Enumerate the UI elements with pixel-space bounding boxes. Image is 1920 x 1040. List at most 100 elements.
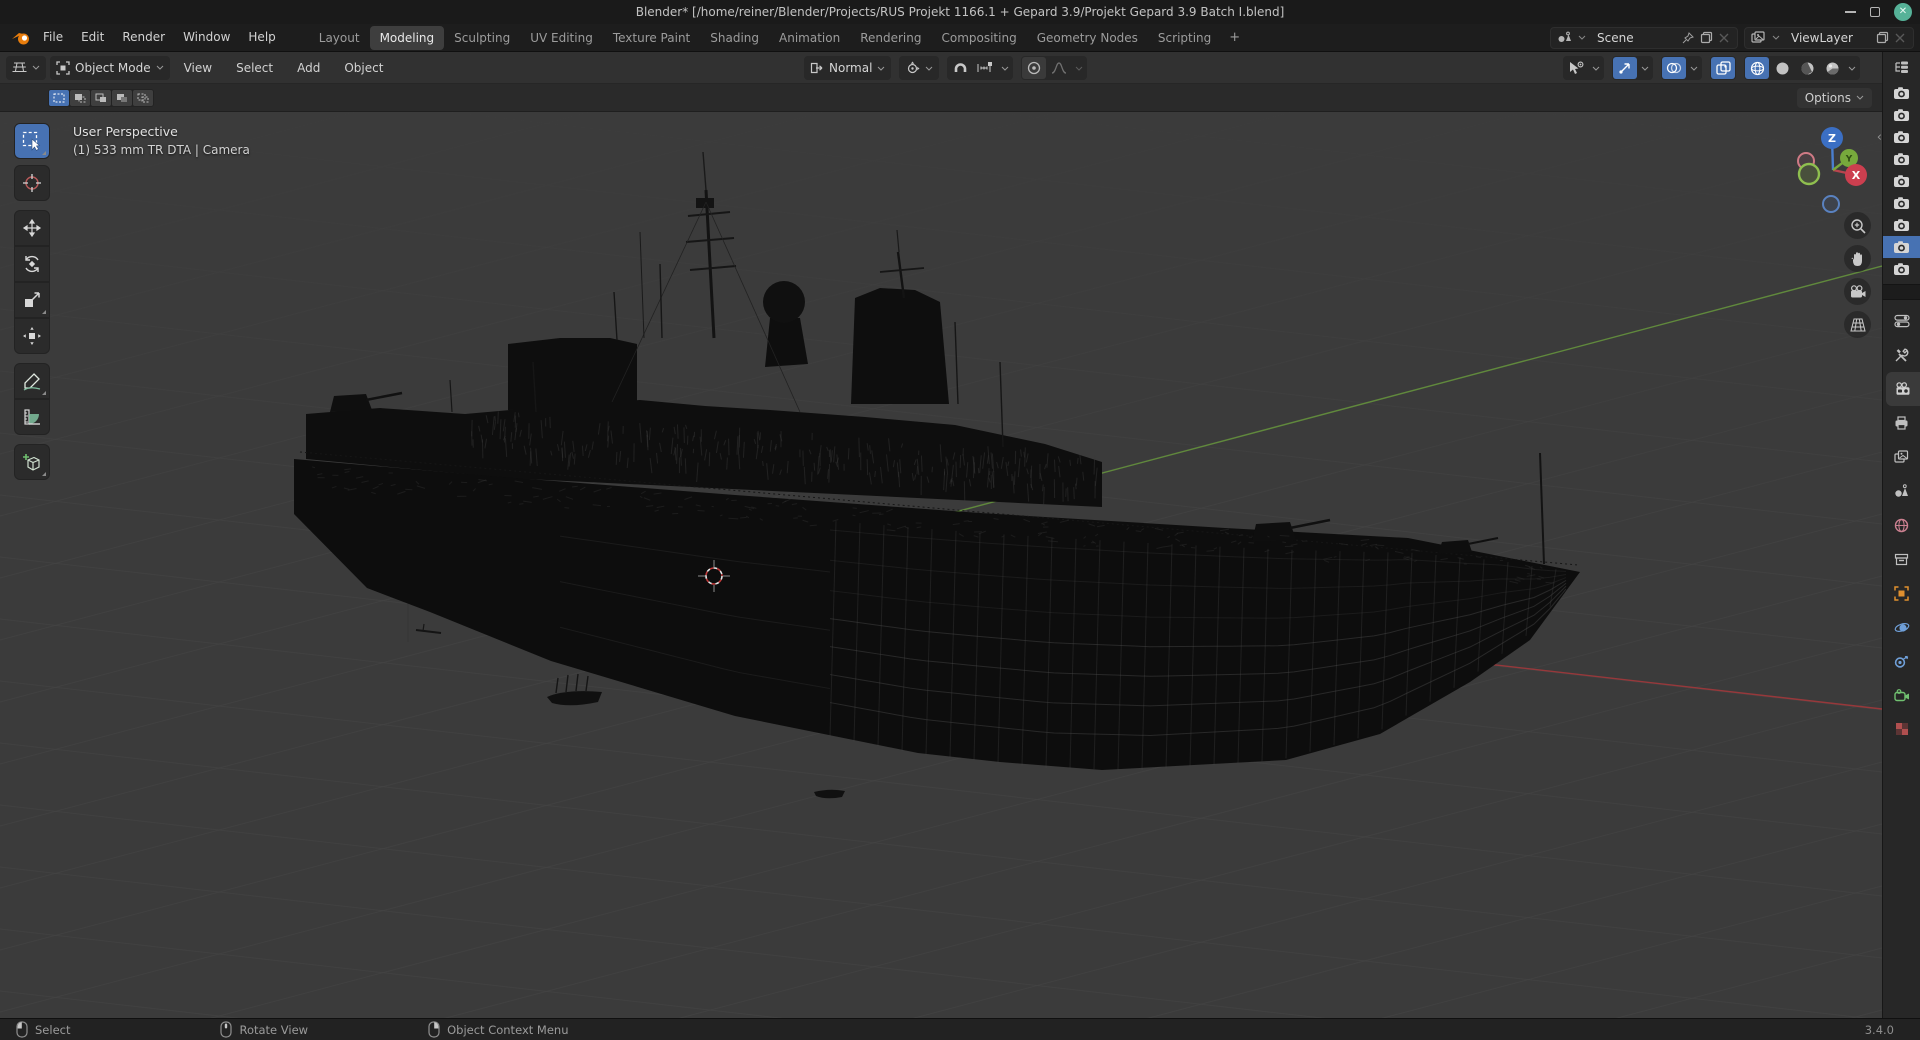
- select-mode-subtract[interactable]: [91, 89, 111, 106]
- shading-solid-toggle[interactable]: [1770, 57, 1794, 79]
- outliner-camera-row[interactable]: [1883, 192, 1920, 214]
- tab-sculpting[interactable]: Sculpting: [444, 26, 520, 50]
- outliner-camera-row[interactable]: [1883, 170, 1920, 192]
- pin-icon[interactable]: [1679, 29, 1697, 47]
- outliner-camera-row[interactable]: [1883, 82, 1920, 104]
- debris-object[interactable]: [415, 623, 442, 634]
- viewport-menu-select[interactable]: Select: [226, 61, 283, 75]
- menu-render[interactable]: Render: [113, 24, 174, 51]
- properties-tab-output[interactable]: [1883, 406, 1920, 440]
- unlink-scene-icon[interactable]: [1715, 29, 1733, 47]
- tool-rotate[interactable]: [14, 246, 50, 282]
- properties-tab-constraints[interactable]: [1883, 644, 1920, 678]
- shading-wireframe-toggle[interactable]: [1745, 57, 1769, 79]
- tool-add-cube[interactable]: [14, 444, 50, 480]
- tool-annotate[interactable]: [14, 363, 50, 399]
- small-boat[interactable]: [814, 789, 845, 799]
- properties-tab-render[interactable]: [1886, 372, 1920, 406]
- tab-uv-editing[interactable]: UV Editing: [520, 26, 603, 50]
- falloff-chevron[interactable]: [1072, 57, 1086, 79]
- blender-logo-icon[interactable]: [8, 28, 34, 48]
- properties-tab-tool[interactable]: [1883, 338, 1920, 372]
- pivot-point-dropdown[interactable]: [899, 56, 940, 80]
- mode-selector[interactable]: Object Mode: [50, 55, 170, 80]
- select-mode-extend[interactable]: [70, 89, 90, 106]
- chevron-down-icon[interactable]: [1573, 29, 1591, 47]
- sidebar-collapse-arrow[interactable]: ‹: [1877, 130, 1882, 145]
- select-mode-set[interactable]: [49, 89, 69, 106]
- tab-shading[interactable]: Shading: [700, 26, 769, 50]
- shading-material-toggle[interactable]: [1795, 57, 1819, 79]
- viewport-canvas[interactable]: User Perspective (1) 533 mm TR DTA | Cam…: [0, 112, 1882, 1018]
- outliner-camera-row[interactable]: [1883, 258, 1920, 280]
- tool-scale[interactable]: [14, 282, 50, 318]
- properties-tab-collection[interactable]: [1883, 542, 1920, 576]
- viewport-menu-add[interactable]: Add: [287, 61, 330, 75]
- tool-select-box[interactable]: [14, 123, 50, 159]
- perspective-toggle-button[interactable]: [1844, 311, 1871, 338]
- menu-window[interactable]: Window: [174, 24, 239, 51]
- outliner-camera-row[interactable]: [1883, 126, 1920, 148]
- properties-editor-icon[interactable]: [1883, 304, 1920, 338]
- chevron-down-icon[interactable]: [1767, 29, 1785, 47]
- transform-orientation-dropdown[interactable]: Normal: [804, 56, 892, 80]
- menu-help[interactable]: Help: [239, 24, 284, 51]
- tab-animation[interactable]: Animation: [769, 26, 850, 50]
- tab-geometry-nodes[interactable]: Geometry Nodes: [1027, 26, 1148, 50]
- properties-tab-physics[interactable]: [1883, 610, 1920, 644]
- add-workspace-button[interactable]: +: [1221, 28, 1248, 47]
- tab-rendering[interactable]: Rendering: [850, 26, 931, 50]
- snap-target-dropdown[interactable]: [973, 57, 997, 79]
- select-mode-invert[interactable]: [112, 89, 132, 106]
- navigation-gizmo[interactable]: Y Z X: [1788, 126, 1878, 218]
- options-dropdown[interactable]: Options: [1796, 87, 1872, 108]
- pan-button[interactable]: [1844, 245, 1871, 272]
- menu-file[interactable]: File: [34, 24, 72, 51]
- outliner-camera-row[interactable]: [1883, 214, 1920, 236]
- properties-tab-world[interactable]: [1883, 508, 1920, 542]
- properties-tab-texture[interactable]: [1883, 712, 1920, 746]
- show-gizmo-toggle[interactable]: [1613, 57, 1637, 79]
- new-scene-icon[interactable]: [1697, 29, 1715, 47]
- outliner-editor-icon[interactable]: [1883, 52, 1920, 82]
- viewport-menu-object[interactable]: Object: [334, 61, 393, 75]
- viewport-menu-view[interactable]: View: [174, 61, 222, 75]
- scene-name[interactable]: Scene: [1591, 31, 1679, 45]
- selectability-visibility-dropdown[interactable]: [1564, 57, 1588, 79]
- close-button[interactable]: ✕: [1894, 3, 1912, 21]
- menu-edit[interactable]: Edit: [72, 24, 113, 51]
- viewlayer-icon[interactable]: [1749, 29, 1767, 47]
- editor-type-button[interactable]: [6, 55, 46, 80]
- properties-tab-object-data[interactable]: [1883, 678, 1920, 712]
- zoom-button[interactable]: [1844, 212, 1871, 239]
- properties-tab-view-layer[interactable]: [1883, 440, 1920, 474]
- scene-icon[interactable]: [1555, 29, 1573, 47]
- tab-compositing[interactable]: Compositing: [931, 26, 1026, 50]
- remove-viewlayer-icon[interactable]: [1891, 29, 1909, 47]
- tool-cursor[interactable]: [14, 165, 50, 201]
- gizmo-chevron[interactable]: [1638, 57, 1652, 79]
- tab-scripting[interactable]: Scripting: [1148, 26, 1221, 50]
- xray-toggle[interactable]: [1711, 57, 1735, 79]
- proportional-falloff-dropdown[interactable]: [1047, 57, 1071, 79]
- proportional-edit-toggle[interactable]: [1022, 57, 1047, 79]
- outliner-camera-row[interactable]: [1883, 148, 1920, 170]
- minimize-button[interactable]: [1845, 11, 1856, 13]
- tab-texture-paint[interactable]: Texture Paint: [603, 26, 700, 50]
- new-viewlayer-icon[interactable]: [1873, 29, 1891, 47]
- outliner-camera-row[interactable]: [1883, 236, 1920, 258]
- show-overlays-toggle[interactable]: [1662, 57, 1686, 79]
- tool-transform[interactable]: [14, 318, 50, 354]
- snap-toggle[interactable]: [948, 57, 972, 79]
- overlays-chevron[interactable]: [1687, 57, 1701, 79]
- tab-modeling[interactable]: Modeling: [369, 25, 445, 50]
- snap-chevron[interactable]: [998, 57, 1012, 79]
- viewlayer-name[interactable]: ViewLayer: [1785, 31, 1873, 45]
- tool-measure[interactable]: [14, 399, 50, 435]
- shading-rendered-toggle[interactable]: [1820, 57, 1844, 79]
- visibility-chevron[interactable]: [1589, 57, 1603, 79]
- properties-tab-object[interactable]: [1883, 576, 1920, 610]
- editor-divider[interactable]: [1883, 284, 1920, 300]
- tab-layout[interactable]: Layout: [309, 26, 370, 50]
- tool-move[interactable]: [14, 210, 50, 246]
